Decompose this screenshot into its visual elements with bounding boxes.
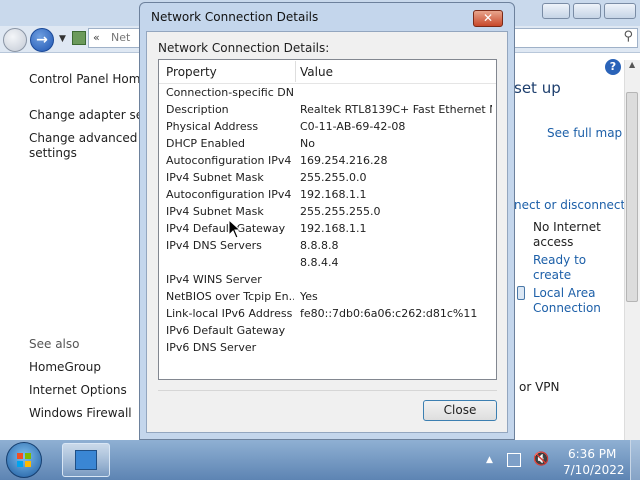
local-area-connection-link-line2[interactable]: Connection xyxy=(533,301,601,315)
column-header-property[interactable]: Property xyxy=(166,65,217,79)
row-property[interactable]: Autoconfiguration IPv4 ... xyxy=(166,188,294,201)
dialog-close-button[interactable]: ✕ xyxy=(473,10,503,27)
forward-button[interactable]: → xyxy=(30,28,54,52)
arrow-right-icon: → xyxy=(36,32,48,48)
see-also-heading: See also xyxy=(29,337,80,351)
row-property[interactable]: Autoconfiguration IPv4 ... xyxy=(166,154,294,167)
access-type-label-line2: access xyxy=(533,235,574,249)
page-heading: set up xyxy=(514,79,561,97)
row-property[interactable]: DHCP Enabled xyxy=(166,137,294,150)
row-value[interactable]: C0-11-AB-69-42-08 xyxy=(300,120,492,133)
row-property[interactable]: IPv4 WINS Server xyxy=(166,273,294,286)
row-property[interactable]: IPv4 DNS Servers xyxy=(166,239,294,252)
see-full-map-link[interactable]: See full map xyxy=(547,126,622,140)
row-property[interactable]: IPv4 Subnet Mask xyxy=(166,171,294,184)
scroll-up-icon: ▲ xyxy=(629,60,636,69)
row-value[interactable]: 169.254.216.28 xyxy=(300,154,492,167)
column-header-value[interactable]: Value xyxy=(300,65,333,79)
row-value[interactable]: Yes xyxy=(300,290,492,303)
access-type-label: No Internet xyxy=(533,220,601,234)
homegroup-link[interactable]: HomeGroup xyxy=(29,360,101,374)
volume-muted-icon[interactable]: 🔇 xyxy=(533,452,549,467)
change-advanced-sharing-link-line2[interactable]: settings xyxy=(29,146,77,160)
network-adapter-icon xyxy=(517,286,525,300)
close-button[interactable]: Close xyxy=(423,400,497,421)
homegroup-ready-link-line2[interactable]: create xyxy=(533,268,571,282)
close-icon: ✕ xyxy=(482,11,494,25)
local-area-connection-link[interactable]: Local Area xyxy=(533,286,596,300)
network-tray-icon[interactable] xyxy=(507,453,521,467)
search-icon: ⚲ xyxy=(623,29,633,44)
change-advanced-sharing-link[interactable]: Change advanced s xyxy=(29,131,147,145)
row-value[interactable]: 192.168.1.1 xyxy=(300,222,492,235)
help-icon[interactable]: ? xyxy=(605,59,621,75)
internet-options-link[interactable]: Internet Options xyxy=(29,383,127,397)
breadcrumb-chevron-icon: « xyxy=(93,31,100,44)
windows-firewall-link[interactable]: Windows Firewall xyxy=(29,406,132,420)
row-value[interactable]: 8.8.8.8 xyxy=(300,239,492,252)
row-property[interactable]: Connection-specific DN... xyxy=(166,86,294,99)
change-adapter-settings-link[interactable]: Change adapter set xyxy=(29,108,148,122)
row-value[interactable]: 255.255.255.0 xyxy=(300,205,492,218)
row-property[interactable]: Description xyxy=(166,103,294,116)
row-value[interactable]: fe80::7db0:6a06:c262:d81c%11 xyxy=(300,307,492,320)
row-value[interactable]: No xyxy=(300,137,492,150)
show-hidden-icons-icon[interactable]: ▲ xyxy=(486,455,493,465)
details-section-label: Network Connection Details: xyxy=(158,41,330,55)
window-close-button[interactable] xyxy=(604,3,636,19)
control-panel-home-link[interactable]: Control Panel Hom xyxy=(29,72,140,86)
scrollbar-thumb[interactable] xyxy=(626,92,638,302)
windows-logo-icon xyxy=(17,453,31,467)
row-property[interactable]: Physical Address xyxy=(166,120,294,133)
show-desktop-button[interactable] xyxy=(630,440,640,480)
row-property[interactable]: IPv6 DNS Server xyxy=(166,341,294,354)
dialog-title: Network Connection Details xyxy=(151,10,319,24)
row-value[interactable]: 255.255.0.0 xyxy=(300,171,492,184)
column-divider[interactable] xyxy=(295,61,296,82)
row-property[interactable]: IPv4 Subnet Mask xyxy=(166,205,294,218)
mouse-cursor-icon xyxy=(228,219,242,239)
connect-disconnect-link[interactable]: nect or disconnect xyxy=(514,198,625,212)
row-property[interactable]: Link-local IPv6 Address xyxy=(166,307,294,320)
taskbar-control-panel-button[interactable] xyxy=(62,443,110,477)
recent-pages-chevron-icon[interactable]: ▼ xyxy=(59,34,66,44)
search-input[interactable]: ⚲ xyxy=(510,28,638,48)
control-panel-icon xyxy=(75,450,97,470)
control-panel-icon xyxy=(72,31,86,45)
row-property[interactable]: IPv6 Default Gateway xyxy=(166,324,294,337)
dialog-separator xyxy=(158,390,497,391)
row-value[interactable]: 8.8.4.4 xyxy=(300,256,492,269)
row-value[interactable]: 192.168.1.1 xyxy=(300,188,492,201)
row-property[interactable]: NetBIOS over Tcpip En... xyxy=(166,290,294,303)
minimize-button[interactable] xyxy=(542,3,570,19)
address-text: Net xyxy=(111,31,131,44)
vpn-text: or VPN xyxy=(519,380,560,394)
maximize-button[interactable] xyxy=(573,3,601,19)
clock-time[interactable]: 6:36 PM xyxy=(568,447,616,461)
back-button[interactable] xyxy=(3,28,27,52)
row-value[interactable]: Realtek RTL8139C+ Fast Ethernet NIC xyxy=(300,103,492,116)
start-button[interactable] xyxy=(6,442,42,478)
clock-date[interactable]: 7/10/2022 xyxy=(563,463,625,477)
homegroup-ready-link[interactable]: Ready to xyxy=(533,253,586,267)
